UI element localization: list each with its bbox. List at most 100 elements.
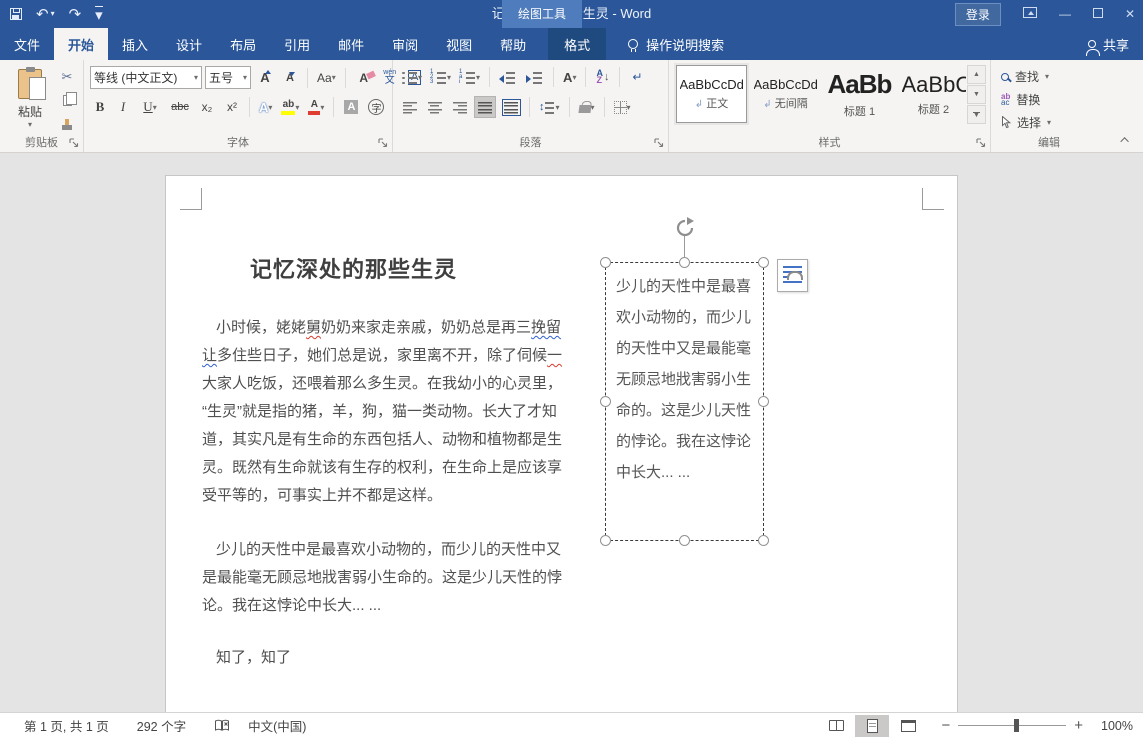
increase-indent-button[interactable] [523, 66, 547, 88]
enclose-characters-button[interactable]: 字 [365, 96, 387, 118]
word-count-status[interactable]: 292 个字 [123, 713, 200, 738]
paragraph-2[interactable]: 少儿的天性中是最喜欢小动物的，而少儿的天性中又 是最能毫无顾忌地戕害弱小生命的。… [202, 536, 554, 620]
style-no-spacing[interactable]: AaBbCcDd ↲ 无间隔 [750, 65, 821, 123]
tab-file[interactable]: 文件 [0, 28, 54, 60]
grow-font-button[interactable]: A [254, 67, 276, 89]
customize-qat-button[interactable]: ▾ [95, 6, 103, 23]
tell-me-search[interactable]: 操作说明搜索 [628, 28, 724, 60]
language-status[interactable]: 中文(中国) [244, 713, 320, 738]
document-heading[interactable]: 记忆深处的那些生灵 [250, 252, 457, 284]
style-heading-1[interactable]: AaBbCcDd 标题 1 [824, 65, 895, 123]
page-number-status[interactable]: 第 1 页, 共 1 页 [10, 713, 123, 738]
tab-help[interactable]: 帮助 [486, 28, 540, 60]
paragraph-3[interactable]: 知了，知了 [202, 644, 554, 672]
styles-gallery-expand-button[interactable]: ▼ [967, 105, 986, 124]
zoom-slider[interactable] [958, 725, 1066, 726]
numbering-button[interactable]: 1 2 3▾ [428, 66, 454, 88]
resize-handle-top-right[interactable] [758, 257, 769, 268]
shading-button[interactable]: ▾ [576, 96, 598, 118]
tab-design[interactable]: 设计 [162, 28, 216, 60]
minimize-button[interactable]: — [1059, 7, 1071, 21]
borders-button[interactable]: ▾ [611, 96, 634, 118]
resize-handle-bottom-middle[interactable] [679, 535, 690, 546]
resize-handle-top-middle[interactable] [679, 257, 690, 268]
find-button[interactable]: 查找▾ [1001, 68, 1051, 85]
read-mode-button[interactable] [819, 715, 853, 737]
styles-dialog-launcher[interactable] [976, 138, 987, 149]
bullets-button[interactable]: ▾ [399, 66, 425, 88]
zoom-level[interactable]: 100% [1091, 719, 1133, 733]
paragraph-dialog-launcher[interactable] [654, 138, 665, 149]
subscript-button[interactable]: x₂ [196, 96, 218, 118]
resize-handle-middle-right[interactable] [758, 396, 769, 407]
multilevel-list-button[interactable]: 1 a i▾ [457, 66, 483, 88]
shrink-font-button[interactable]: A [279, 67, 301, 89]
clipboard-dialog-launcher[interactable] [69, 138, 80, 149]
tab-mailings[interactable]: 邮件 [324, 28, 378, 60]
save-button[interactable] [10, 8, 22, 20]
styles-scroll-up-button[interactable]: ▲ [967, 65, 986, 84]
text-effects-button[interactable]: A▾ [256, 96, 275, 118]
resize-handle-top-left[interactable] [600, 257, 611, 268]
font-name-select[interactable]: 等线 (中文正文)▾ [90, 66, 202, 89]
clear-formatting-button[interactable]: A [352, 67, 376, 89]
character-shading-button[interactable]: A [340, 96, 362, 118]
body-text[interactable]: 小时候，姥姥舅奶奶来家走亲戚，奶奶总是再三挽留 让多住些日子，她们总是说，家里离… [202, 314, 554, 672]
bold-button[interactable]: B [90, 96, 110, 118]
tab-format-contextual[interactable]: 格式 [548, 28, 606, 60]
strikethrough-button[interactable]: abc [167, 96, 193, 118]
sign-in-button[interactable]: 登录 [955, 3, 1001, 26]
justify-button[interactable] [474, 96, 496, 118]
copy-button[interactable] [56, 90, 78, 111]
ribbon-display-options-button[interactable] [1023, 7, 1037, 21]
proofing-status[interactable] [200, 713, 244, 738]
text-box-content[interactable]: 少儿的天性中是最喜 欢小动物的，而少儿 的天性中又是最能毫 无顾忌地戕害弱小生 … [616, 271, 758, 488]
style-normal[interactable]: AaBbCcDd ↲ 正文 [676, 65, 747, 123]
resize-handle-bottom-right[interactable] [758, 535, 769, 546]
zoom-in-button[interactable]: + [1074, 718, 1083, 733]
tab-references[interactable]: 引用 [270, 28, 324, 60]
document-page[interactable]: 记忆深处的那些生灵 小时候，姥姥舅奶奶来家走亲戚，奶奶总是再三挽留 让多住些日子… [165, 175, 958, 712]
highlight-color-button[interactable]: ab▾ [278, 96, 302, 118]
paste-button[interactable]: 粘贴 ▾ [8, 65, 52, 135]
underline-button[interactable]: U▾ [136, 96, 164, 118]
character-scaling-button[interactable]: A▾ [560, 66, 579, 88]
print-layout-button[interactable] [855, 715, 889, 737]
show-hide-marks-button[interactable]: ↵ [626, 66, 648, 88]
paragraph-1[interactable]: 小时候，姥姥舅奶奶来家走亲戚，奶奶总是再三挽留 让多住些日子，她们总是说，家里离… [202, 314, 554, 510]
tab-layout[interactable]: 布局 [216, 28, 270, 60]
decrease-indent-button[interactable] [496, 66, 520, 88]
change-case-button[interactable]: Aa▾ [314, 67, 339, 89]
align-left-button[interactable] [399, 96, 421, 118]
close-button[interactable]: ✕ [1125, 7, 1135, 21]
font-color-button[interactable]: A▾ [305, 96, 327, 118]
document-area[interactable]: 记忆深处的那些生灵 小时候，姥姥舅奶奶来家走亲戚，奶奶总是再三挽留 让多住些日子… [0, 153, 1143, 712]
align-center-button[interactable] [424, 96, 446, 118]
resize-handle-middle-left[interactable] [600, 396, 611, 407]
font-dialog-launcher[interactable] [378, 138, 389, 149]
select-button[interactable]: 选择▾ [1001, 114, 1051, 131]
replace-button[interactable]: abac替换 [1001, 91, 1051, 108]
text-box[interactable]: 少儿的天性中是最喜 欢小动物的，而少儿 的天性中又是最能毫 无顾忌地戕害弱小生 … [605, 262, 764, 541]
font-size-select[interactable]: 五号▾ [205, 66, 251, 89]
sort-button[interactable]: AZ↓ [592, 66, 613, 88]
maximize-button[interactable] [1093, 7, 1103, 21]
styles-scroll-down-button[interactable]: ▼ [967, 85, 986, 104]
format-painter-button[interactable] [56, 114, 78, 135]
distributed-button[interactable] [499, 96, 523, 118]
tab-insert[interactable]: 插入 [108, 28, 162, 60]
zoom-out-button[interactable]: − [941, 718, 950, 733]
italic-button[interactable]: I [113, 96, 133, 118]
line-spacing-button[interactable]: ↕▾ [536, 96, 563, 118]
superscript-button[interactable]: x² [221, 96, 243, 118]
tab-view[interactable]: 视图 [432, 28, 486, 60]
cut-button[interactable]: ✂ [56, 66, 78, 87]
web-layout-button[interactable] [891, 715, 925, 737]
rotation-handle[interactable] [674, 217, 696, 239]
collapse-ribbon-button[interactable] [1119, 134, 1133, 146]
redo-button[interactable]: ↷ [69, 7, 82, 22]
tab-home[interactable]: 开始 [54, 28, 108, 60]
tab-review[interactable]: 审阅 [378, 28, 432, 60]
share-button[interactable]: 共享 [1088, 28, 1129, 60]
zoom-slider-handle[interactable] [1014, 719, 1019, 732]
